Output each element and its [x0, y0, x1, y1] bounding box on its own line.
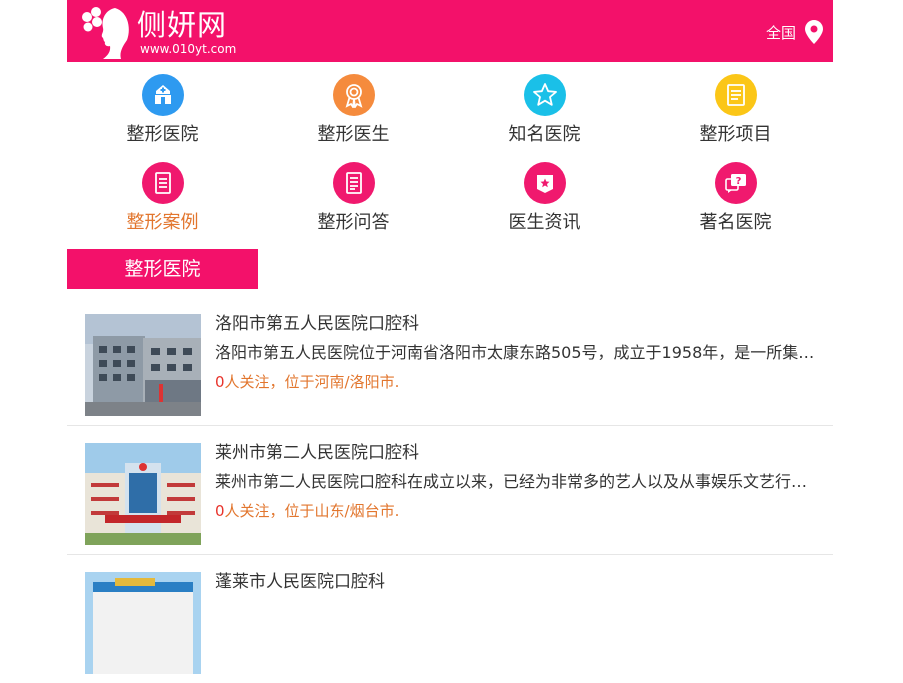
logo-name: 侧妍网	[137, 8, 228, 42]
hospital-name[interactable]: 洛阳市第五人民医院口腔科	[215, 314, 419, 334]
hospital-description: 洛阳市第五人民医院位于河南省洛阳市太康东路505号，成立于1958年，是一所集中…	[215, 343, 815, 362]
hospital-icon	[141, 74, 184, 116]
hospital-meta: 0人关注，位于山东/烟台市.	[215, 501, 399, 521]
nav-label: 整形医生	[317, 124, 390, 145]
follow-count: 0	[215, 373, 225, 391]
hospital-meta: 0人关注，位于河南/洛阳市.	[215, 372, 399, 392]
nav-label: 知名医院	[508, 124, 581, 145]
location-pin-icon	[805, 20, 823, 44]
nav-item-plastic-hospital[interactable]: 整形医院	[67, 72, 258, 154]
hospital-name[interactable]: 莱州市第二人民医院口腔科	[215, 443, 419, 463]
region-selector[interactable]: 全国	[766, 18, 823, 46]
svg-text:?: ?	[735, 176, 741, 187]
nav-item-plastic-doctor[interactable]: 整形医生	[258, 72, 449, 154]
nav-item-plastic-project[interactable]: 整形项目	[640, 72, 831, 154]
nav-label: 整形问答	[317, 212, 390, 233]
page: 侧妍网 www.010yt.com 全国 整形医院 整形医生 知名医院 整形项目…	[67, 0, 833, 674]
award-ribbon-icon	[332, 74, 375, 116]
nav-label: 整形项目	[699, 124, 772, 145]
news-badge-icon	[523, 162, 566, 204]
header-bar: 侧妍网 www.010yt.com 全国	[67, 0, 833, 62]
site-logo[interactable]: 侧妍网 www.010yt.com	[77, 4, 237, 60]
follow-count: 0	[215, 502, 225, 520]
hospital-photo[interactable]	[85, 572, 201, 674]
nav-item-well-known-hospital[interactable]: ? 著名医院	[640, 160, 831, 242]
nav-item-doctor-news[interactable]: 医生资讯	[449, 160, 640, 242]
list-item[interactable]: 蓬莱市人民医院口腔科	[67, 554, 833, 683]
logo-url: www.010yt.com	[140, 42, 237, 56]
nav-label: 整形案例	[126, 212, 199, 233]
meta-text: 人关注，位于河南/洛阳市.	[224, 373, 400, 391]
document-icon	[141, 162, 184, 204]
nav-label: 著名医院	[699, 212, 772, 233]
list-item[interactable]: 洛阳市第五人民医院口腔科 洛阳市第五人民医院位于河南省洛阳市太康东路505号，成…	[67, 296, 833, 426]
hospital-photo[interactable]	[85, 443, 201, 545]
question-chat-icon: ?	[714, 162, 757, 204]
logo-face-icon	[82, 7, 129, 59]
list-item[interactable]: 莱州市第二人民医院口腔科 莱州市第二人民医院口腔科在成立以来，已经为非常多的艺人…	[67, 425, 833, 555]
hospital-description: 莱州市第二人民医院口腔科在成立以来，已经为非常多的艺人以及从事娱乐文艺行业的人士…	[215, 472, 815, 491]
meta-text: 人关注，位于山东/烟台市.	[224, 502, 400, 520]
star-icon	[523, 74, 566, 116]
nav-item-famous-hospital[interactable]: 知名医院	[449, 72, 640, 154]
hospital-name[interactable]: 蓬莱市人民医院口腔科	[215, 572, 385, 592]
section-tab-plastic-hospital[interactable]: 整形医院	[67, 249, 258, 289]
region-label: 全国	[765, 23, 796, 42]
nav-label: 整形医院	[126, 124, 199, 145]
document-lines-icon	[332, 162, 375, 204]
nav-item-plastic-qa[interactable]: 整形问答	[258, 160, 449, 242]
nav-label: 医生资讯	[508, 212, 581, 233]
document-list-icon	[714, 74, 757, 116]
hospital-photo[interactable]	[85, 314, 201, 416]
nav-item-plastic-case[interactable]: 整形案例	[67, 160, 258, 242]
